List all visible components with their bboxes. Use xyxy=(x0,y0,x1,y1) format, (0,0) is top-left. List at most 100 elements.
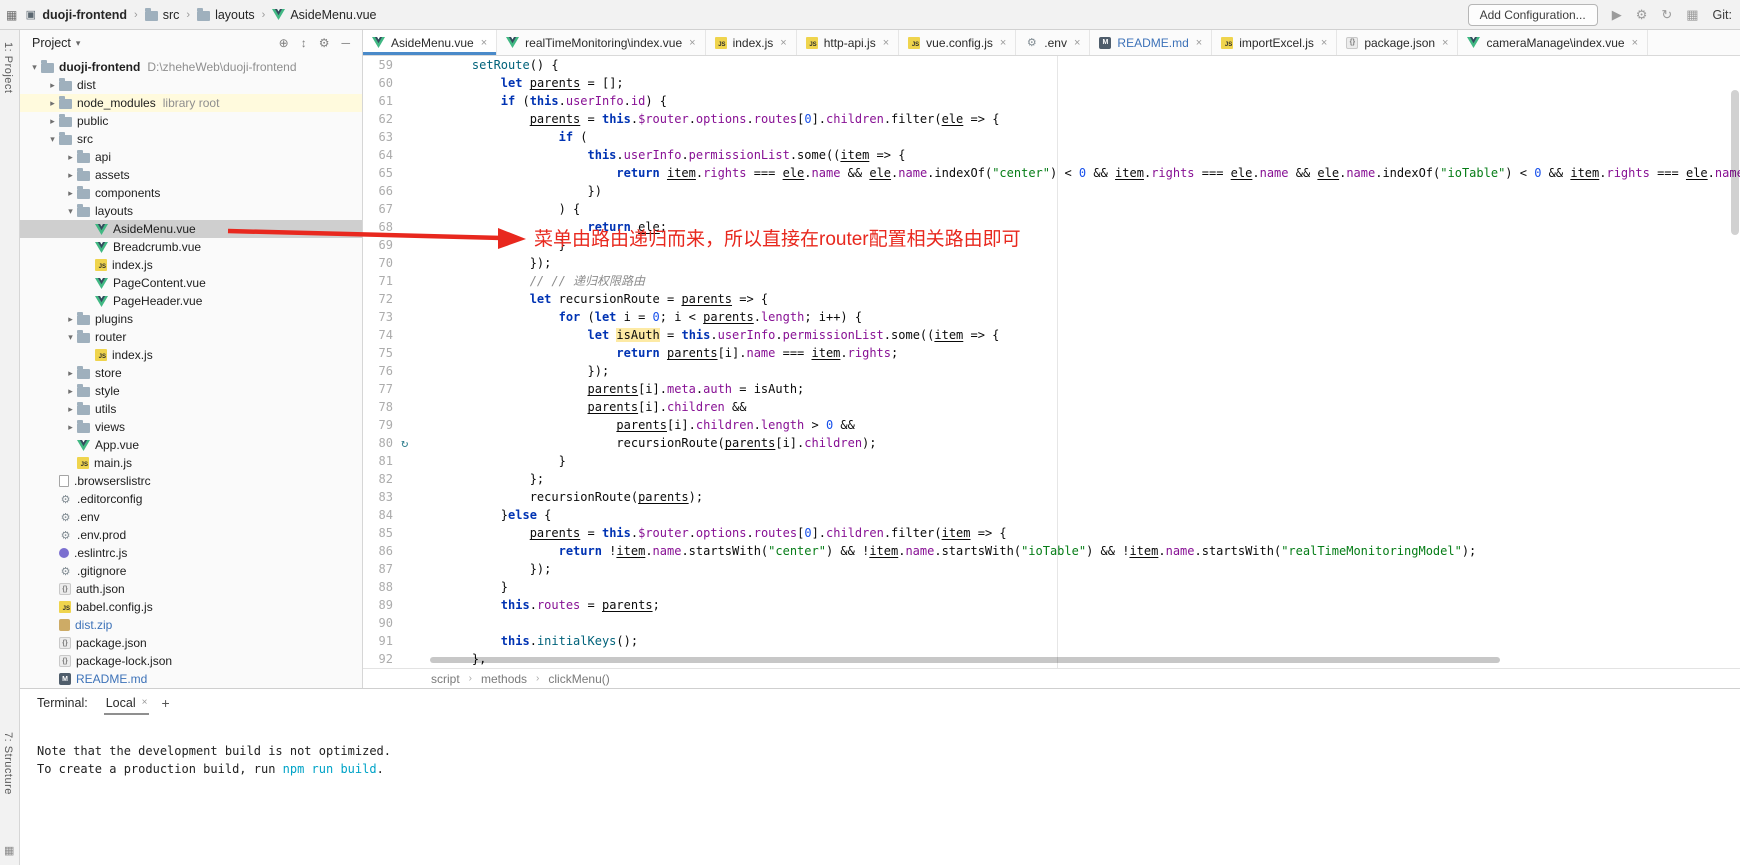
tree-item-eslintrc-js[interactable]: .eslintrc.js xyxy=(20,544,362,562)
tree-item-store[interactable]: ▸store xyxy=(20,364,362,382)
line-number[interactable]: 61 xyxy=(363,92,393,110)
vertical-scrollbar[interactable] xyxy=(1731,90,1739,235)
line-number[interactable]: 80 xyxy=(363,434,393,452)
tree-item-app-vue[interactable]: App.vue xyxy=(20,436,362,454)
horizontal-scrollbar[interactable] xyxy=(430,657,1500,663)
chevron-right-icon[interactable]: ▸ xyxy=(46,80,59,91)
git-widget[interactable]: Git: xyxy=(1713,8,1732,22)
tool-window-button-structure[interactable]: 7: Structure xyxy=(2,732,18,795)
line-number[interactable]: 83 xyxy=(363,488,393,506)
project-view-selector[interactable]: Project ▾ xyxy=(32,36,80,50)
tree-item-package-lock-json[interactable]: {}package-lock.json xyxy=(20,652,362,670)
line-number[interactable]: 87 xyxy=(363,560,393,578)
line-number[interactable]: 82 xyxy=(363,470,393,488)
editor-tab-cameramanage-index-vue[interactable]: cameraManage\index.vue× xyxy=(1458,30,1648,55)
tree-item-node-modules[interactable]: ▸node_moduleslibrary root xyxy=(20,94,362,112)
code-line-91[interactable]: 91 this.initialKeys(); xyxy=(363,632,1740,650)
close-icon[interactable]: × xyxy=(1442,37,1448,49)
line-number[interactable]: 69 xyxy=(363,236,393,254)
editor-tab-importexcel-js[interactable]: JSimportExcel.js× xyxy=(1212,30,1337,55)
line-number[interactable]: 74 xyxy=(363,326,393,344)
line-number[interactable]: 72 xyxy=(363,290,393,308)
terminal-tab-local[interactable]: Local × xyxy=(104,691,150,715)
chevron-right-icon[interactable]: ▸ xyxy=(64,386,77,397)
code-line-62[interactable]: 62 parents = this.$router.options.routes… xyxy=(363,110,1740,128)
new-terminal-button[interactable]: + xyxy=(161,695,169,711)
settings-icon[interactable]: ⚙ xyxy=(319,36,330,50)
code-line-90[interactable]: 90 xyxy=(363,614,1740,632)
line-number[interactable]: 71 xyxy=(363,272,393,290)
close-icon[interactable]: × xyxy=(689,37,695,49)
close-icon[interactable]: × xyxy=(883,37,889,49)
hide-icon[interactable]: ─ xyxy=(341,36,350,50)
code-line-88[interactable]: 88 } xyxy=(363,578,1740,596)
code-line-66[interactable]: 66 }) xyxy=(363,182,1740,200)
tree-item-src[interactable]: ▾src xyxy=(20,130,362,148)
line-number[interactable]: 88 xyxy=(363,578,393,596)
chevron-down-icon[interactable]: ▾ xyxy=(28,62,41,73)
tree-item-public[interactable]: ▸public xyxy=(20,112,362,130)
code-line-86[interactable]: 86 return !item.name.startsWith("center"… xyxy=(363,542,1740,560)
line-number[interactable]: 70 xyxy=(363,254,393,272)
code-line-82[interactable]: 82 }; xyxy=(363,470,1740,488)
tree-item-router[interactable]: ▾router xyxy=(20,328,362,346)
code-line-67[interactable]: 67 ) { xyxy=(363,200,1740,218)
breadcrumb-item-asidemenu-vue[interactable]: AsideMenu.vue xyxy=(272,8,376,22)
editor-breadcrumb-methods[interactable]: methods xyxy=(481,672,527,686)
tree-item-main-js[interactable]: JSmain.js xyxy=(20,454,362,472)
line-number[interactable]: 63 xyxy=(363,128,393,146)
locate-icon[interactable]: ⊕ xyxy=(279,36,289,50)
tree-item-utils[interactable]: ▸utils xyxy=(20,400,362,418)
line-number[interactable]: 89 xyxy=(363,596,393,614)
close-icon[interactable]: × xyxy=(481,37,487,49)
close-icon[interactable]: × xyxy=(1000,37,1006,49)
tree-item-dist[interactable]: ▸dist xyxy=(20,76,362,94)
code-line-73[interactable]: 73 for (let i = 0; i < parents.length; i… xyxy=(363,308,1740,326)
code-line-72[interactable]: 72 let recursionRoute = parents => { xyxy=(363,290,1740,308)
code-line-60[interactable]: 60 let parents = []; xyxy=(363,74,1740,92)
tree-item-style[interactable]: ▸style xyxy=(20,382,362,400)
code-line-70[interactable]: 70 }); xyxy=(363,254,1740,272)
tree-item-browserslistrc[interactable]: .browserslistrc xyxy=(20,472,362,490)
line-number[interactable]: 90 xyxy=(363,614,393,632)
code-line-64[interactable]: 64 this.userInfo.permissionList.some((it… xyxy=(363,146,1740,164)
chevron-right-icon[interactable]: ▸ xyxy=(64,368,77,379)
editor-tab-vue-config-js[interactable]: JSvue.config.js× xyxy=(899,30,1016,55)
tree-item-pagecontent-vue[interactable]: PageContent.vue xyxy=(20,274,362,292)
tree-item-plugins[interactable]: ▸plugins xyxy=(20,310,362,328)
code-line-84[interactable]: 84 }else { xyxy=(363,506,1740,524)
line-number[interactable]: 75 xyxy=(363,344,393,362)
editor-breadcrumb-clickmenu[interactable]: clickMenu() xyxy=(548,672,609,686)
breadcrumb-item-layouts[interactable]: layouts xyxy=(197,8,255,22)
chevron-right-icon[interactable]: ▸ xyxy=(64,188,77,199)
code-line-78[interactable]: 78 parents[i].children && xyxy=(363,398,1740,416)
line-number[interactable]: 59 xyxy=(363,56,393,74)
strip-bottom-icon[interactable]: ▦ xyxy=(4,844,14,857)
line-number[interactable]: 66 xyxy=(363,182,393,200)
close-icon[interactable]: × xyxy=(1196,37,1202,49)
code-line-83[interactable]: 83 recursionRoute(parents); xyxy=(363,488,1740,506)
close-icon[interactable]: × xyxy=(780,37,786,49)
tree-item-layouts[interactable]: ▾layouts xyxy=(20,202,362,220)
editor-tab-http-api-js[interactable]: JShttp-api.js× xyxy=(797,30,899,55)
editor-tab-index-js[interactable]: JSindex.js× xyxy=(706,30,797,55)
code-line-85[interactable]: 85 parents = this.$router.options.routes… xyxy=(363,524,1740,542)
tree-item-components[interactable]: ▸components xyxy=(20,184,362,202)
line-number[interactable]: 91 xyxy=(363,632,393,650)
chevron-right-icon[interactable]: ▸ xyxy=(64,170,77,181)
line-number[interactable]: 76 xyxy=(363,362,393,380)
tree-item-pageheader-vue[interactable]: PageHeader.vue xyxy=(20,292,362,310)
close-icon[interactable]: × xyxy=(142,697,148,708)
editor-tab-env[interactable]: ⚙.env× xyxy=(1016,30,1090,55)
code-editor[interactable]: 59 setRoute() {60 let parents = [];61 if… xyxy=(363,56,1740,668)
line-number[interactable]: 79 xyxy=(363,416,393,434)
tree-item-views[interactable]: ▸views xyxy=(20,418,362,436)
chevron-down-icon[interactable]: ▾ xyxy=(64,206,77,217)
close-icon[interactable]: × xyxy=(1632,37,1638,49)
editor-breadcrumb-script[interactable]: script xyxy=(431,672,460,686)
tree-item-env-prod[interactable]: ⚙.env.prod xyxy=(20,526,362,544)
chevron-right-icon[interactable]: ▸ xyxy=(46,116,59,127)
tree-item-dist-zip[interactable]: dist.zip xyxy=(20,616,362,634)
code-line-80[interactable]: 80↻ recursionRoute(parents[i].children); xyxy=(363,434,1740,452)
line-number[interactable]: 60 xyxy=(363,74,393,92)
